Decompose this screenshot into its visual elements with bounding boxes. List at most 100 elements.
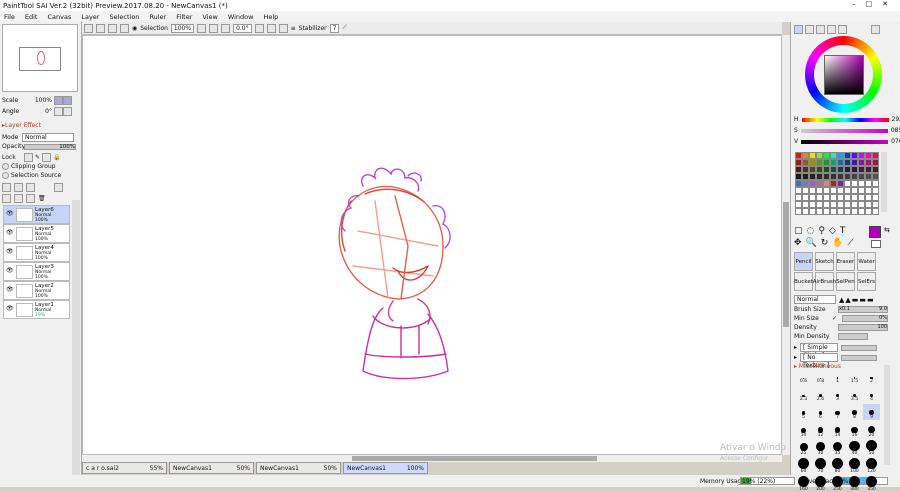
brush-size-preset[interactable]: 0.8 bbox=[812, 368, 829, 384]
menu-view[interactable]: View bbox=[202, 13, 217, 22]
saturation-slider[interactable] bbox=[800, 128, 888, 133]
color-swatch[interactable] bbox=[844, 194, 851, 201]
scale-value[interactable]: 100% bbox=[30, 97, 52, 104]
color-swatch[interactable] bbox=[795, 180, 802, 187]
secondary-color-swatch[interactable] bbox=[871, 240, 881, 248]
color-swatch[interactable] bbox=[816, 187, 823, 194]
min-size-slider[interactable]: 0% bbox=[842, 315, 888, 322]
color-swatch[interactable] bbox=[795, 187, 802, 194]
color-swatch[interactable] bbox=[795, 208, 802, 215]
color-swatch[interactable] bbox=[823, 152, 830, 159]
density-slider[interactable]: 100 bbox=[838, 324, 888, 331]
eye-icon[interactable]: 👁 bbox=[6, 248, 14, 255]
brush-size-preset[interactable]: 20 bbox=[863, 422, 880, 438]
color-swatch[interactable] bbox=[809, 201, 816, 208]
color-swatch[interactable] bbox=[816, 173, 823, 180]
rect-select-icon[interactable]: ▢ bbox=[794, 226, 803, 236]
zoom-tool-icon[interactable]: 🔍 bbox=[806, 238, 817, 248]
eye-icon[interactable]: 👁 bbox=[6, 267, 14, 274]
color-swatch[interactable] bbox=[837, 180, 844, 187]
color-swatch[interactable] bbox=[865, 194, 872, 201]
color-swatch[interactable] bbox=[823, 166, 830, 173]
brush-size-preset[interactable]: 80 bbox=[829, 458, 846, 474]
eyedropper-icon[interactable]: ⟋ bbox=[848, 238, 854, 248]
menu-filter[interactable]: Filter bbox=[176, 13, 192, 22]
menu-canvas[interactable]: Canvas bbox=[47, 13, 71, 22]
color-swatch[interactable] bbox=[802, 194, 809, 201]
swatch-scrollbar[interactable] bbox=[881, 152, 887, 212]
color-swatch[interactable] bbox=[858, 180, 865, 187]
angle-value[interactable]: 0° bbox=[30, 108, 52, 115]
color-swatch[interactable] bbox=[823, 180, 830, 187]
color-swatch[interactable] bbox=[872, 208, 879, 215]
color-swatch[interactable] bbox=[816, 194, 823, 201]
color-swatch[interactable] bbox=[795, 159, 802, 166]
color-swatch-grid[interactable] bbox=[795, 152, 879, 215]
brush-tip-shapes[interactable]: ▲▲▬▬▬ bbox=[839, 296, 875, 304]
color-swatch[interactable] bbox=[865, 173, 872, 180]
color-swatch[interactable] bbox=[844, 159, 851, 166]
color-swatch[interactable] bbox=[816, 166, 823, 173]
color-swatch[interactable] bbox=[830, 152, 837, 159]
menu-selection[interactable]: Selection bbox=[109, 13, 139, 22]
horizontal-scroll-thumb[interactable] bbox=[352, 456, 597, 461]
color-swatch[interactable] bbox=[823, 208, 830, 215]
brush-size-slider[interactable]: x0.1 9.0 bbox=[838, 306, 888, 313]
canvas-tab[interactable]: NewCanvas1 50% bbox=[256, 462, 341, 474]
zoom-out-nav-button[interactable] bbox=[54, 96, 63, 105]
move-icon[interactable]: ✥ bbox=[794, 238, 802, 248]
deselect-button[interactable] bbox=[108, 23, 117, 33]
color-swatch[interactable] bbox=[809, 159, 816, 166]
tool-sketch[interactable]: Sketch bbox=[815, 252, 834, 271]
color-swatch[interactable] bbox=[851, 159, 858, 166]
saturation-value-square[interactable] bbox=[824, 55, 864, 95]
color-wheel-tab[interactable] bbox=[794, 25, 803, 34]
brush-size-preset[interactable]: 250 bbox=[829, 476, 846, 492]
color-swatch[interactable] bbox=[809, 152, 816, 159]
hue-value[interactable]: 293 bbox=[892, 116, 900, 123]
brush-size-preset[interactable]: 2.6 bbox=[812, 386, 829, 402]
menu-help[interactable]: Help bbox=[263, 13, 278, 22]
color-swatch[interactable] bbox=[802, 159, 809, 166]
select-all-button[interactable] bbox=[120, 23, 129, 33]
tool-selers[interactable]: SelErs bbox=[857, 272, 876, 291]
tool-pencil[interactable]: Pencil bbox=[794, 252, 813, 271]
color-swatch[interactable] bbox=[851, 194, 858, 201]
brush-size-preset[interactable]: 300 bbox=[846, 476, 863, 492]
brush-size-preset[interactable]: 3.5 bbox=[846, 386, 863, 402]
layer-item[interactable]: 👁 Layer4 Normal 100% bbox=[3, 243, 70, 262]
brush-size-preset[interactable]: 120 bbox=[863, 458, 880, 474]
layer-item[interactable]: 👁 Layer2 Normal 100% bbox=[3, 281, 70, 300]
brush-shape-strength[interactable] bbox=[841, 344, 878, 351]
eye-icon[interactable]: 👁 bbox=[6, 210, 14, 217]
drawing-canvas[interactable] bbox=[82, 35, 782, 455]
selection-source-row[interactable]: Selection Source bbox=[2, 172, 61, 179]
brush-size-preset[interactable]: 25 bbox=[795, 440, 812, 456]
value-value[interactable]: 076 bbox=[891, 138, 900, 145]
primary-color-swatch[interactable] bbox=[869, 226, 881, 238]
color-swatch[interactable] bbox=[858, 173, 865, 180]
tool-bucket[interactable]: Bucket bbox=[794, 272, 813, 291]
color-swatch[interactable] bbox=[851, 152, 858, 159]
selection-eye-icon[interactable]: ◉ bbox=[132, 25, 137, 32]
tool-water[interactable]: Water bbox=[857, 252, 876, 271]
color-swatch[interactable] bbox=[837, 173, 844, 180]
brush-texture-strength[interactable] bbox=[841, 354, 878, 361]
color-swatch[interactable] bbox=[802, 180, 809, 187]
new-folder-button[interactable] bbox=[26, 183, 35, 192]
layer-item[interactable]: 👁 Layer6 Normal 100% bbox=[3, 205, 70, 224]
color-swatch[interactable] bbox=[858, 152, 865, 159]
color-swatch[interactable] bbox=[865, 208, 872, 215]
tool-eraser[interactable]: Eraser bbox=[836, 252, 855, 271]
color-swatch[interactable] bbox=[823, 194, 830, 201]
color-swatch[interactable] bbox=[837, 187, 844, 194]
color-swatch[interactable] bbox=[816, 159, 823, 166]
color-swatch[interactable] bbox=[851, 173, 858, 180]
zoom-reset-button[interactable] bbox=[221, 23, 231, 33]
merge-down-button[interactable] bbox=[14, 194, 23, 203]
brush-size-preset[interactable]: 7 bbox=[829, 404, 846, 420]
shape-icon[interactable]: ◇ bbox=[829, 226, 836, 236]
tool-selpen[interactable]: SelPen bbox=[836, 272, 855, 291]
brush-size-preset[interactable]: 50 bbox=[863, 440, 880, 456]
color-swatch[interactable] bbox=[795, 194, 802, 201]
